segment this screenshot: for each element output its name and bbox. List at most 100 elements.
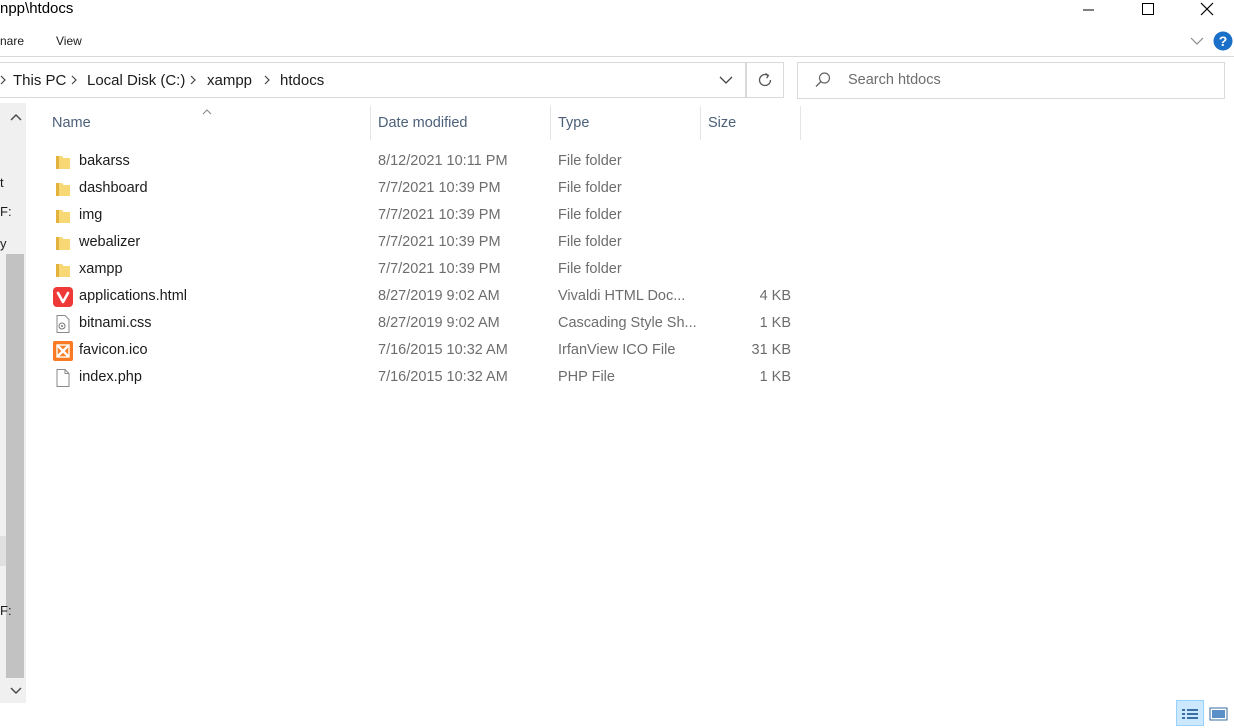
- details-view-button[interactable]: [1176, 700, 1204, 726]
- blank-file-icon: [53, 368, 73, 388]
- nav-item-fragment[interactable]: F:: [0, 204, 12, 219]
- file-name[interactable]: img: [79, 207, 102, 223]
- refresh-button[interactable]: [746, 62, 784, 98]
- file-type: File folder: [558, 180, 622, 196]
- file-date: 8/27/2019 9:02 AM: [378, 315, 500, 331]
- file-row[interactable]: xampp 7/7/2021 10:39 PM File folder: [40, 256, 800, 283]
- xampp-ico-icon: [53, 341, 73, 361]
- folder-icon: [53, 206, 73, 226]
- file-date: 7/7/2021 10:39 PM: [378, 234, 501, 250]
- file-name[interactable]: applications.html: [79, 288, 187, 304]
- maximize-button[interactable]: [1125, 0, 1171, 18]
- column-divider[interactable]: [370, 106, 371, 140]
- folder-icon: [53, 179, 73, 199]
- large-icons-view-button[interactable]: [1205, 700, 1233, 726]
- file-row[interactable]: bakarss 8/12/2021 10:11 PM File folder: [40, 148, 800, 175]
- file-size: 1 KB: [759, 369, 791, 385]
- file-type: File folder: [558, 234, 622, 250]
- search-input[interactable]: Search htdocs: [848, 72, 941, 88]
- help-button[interactable]: ?: [1213, 31, 1233, 51]
- file-row[interactable]: index.php 7/16/2015 10:32 AM PHP File 1 …: [40, 364, 800, 391]
- file-date: 7/7/2021 10:39 PM: [378, 207, 501, 223]
- chevron-down-icon: [719, 76, 733, 84]
- breadcrumb-xampp[interactable]: xampp: [207, 72, 252, 89]
- help-icon: ?: [1213, 31, 1233, 51]
- search-icon: [814, 71, 832, 89]
- file-size: 31 KB: [751, 342, 792, 358]
- file-date: 7/7/2021 10:39 PM: [378, 180, 501, 196]
- file-name[interactable]: favicon.ico: [79, 342, 148, 358]
- svg-text:?: ?: [1219, 33, 1228, 49]
- column-header-name[interactable]: Name: [52, 115, 91, 131]
- folder-icon: [53, 152, 73, 172]
- file-type: Cascading Style Sh...: [558, 315, 697, 331]
- close-button[interactable]: [1184, 0, 1230, 18]
- chevron-down-icon: [1190, 37, 1204, 45]
- chevron-up-icon: [10, 114, 22, 121]
- column-header-size[interactable]: Size: [708, 115, 736, 131]
- file-date: 7/16/2015 10:32 AM: [378, 342, 508, 358]
- window-title: npp\htdocs: [0, 0, 74, 17]
- maximize-icon: [1142, 3, 1154, 15]
- ribbon-tab-view[interactable]: View: [56, 34, 82, 48]
- breadcrumb-this-pc[interactable]: This PC: [13, 72, 66, 89]
- file-date: 7/16/2015 10:32 AM: [378, 369, 508, 385]
- sort-ascending-icon: [200, 104, 214, 115]
- chevron-right-icon[interactable]: [0, 72, 10, 88]
- ribbon-divider: [0, 56, 1234, 57]
- file-date: 7/7/2021 10:39 PM: [378, 261, 501, 277]
- breadcrumb-local-disk[interactable]: Local Disk (C:): [87, 72, 185, 89]
- file-size: 1 KB: [759, 315, 791, 331]
- folder-icon: [53, 260, 73, 280]
- chevron-down-icon: [10, 687, 22, 694]
- chevron-right-icon[interactable]: [263, 72, 273, 88]
- scroll-up-button[interactable]: [9, 110, 23, 124]
- close-icon: [1200, 2, 1214, 16]
- file-type: File folder: [558, 261, 622, 277]
- scroll-down-button[interactable]: [9, 684, 23, 698]
- file-type: Vivaldi HTML Doc...: [558, 288, 686, 304]
- nav-item-fragment[interactable]: F:: [0, 603, 12, 618]
- minimize-button[interactable]: [1066, 0, 1112, 18]
- column-header-date[interactable]: Date modified: [378, 115, 467, 131]
- nav-item-fragment[interactable]: t: [0, 175, 4, 190]
- chevron-right-icon[interactable]: [189, 72, 199, 88]
- file-type: File folder: [558, 207, 622, 223]
- column-divider[interactable]: [550, 106, 551, 140]
- file-name[interactable]: xampp: [79, 261, 123, 277]
- nav-item-highlight: [0, 536, 6, 566]
- css-file-icon: [53, 314, 73, 334]
- file-row[interactable]: bitnami.css 8/27/2019 9:02 AM Cascading …: [40, 310, 800, 337]
- file-name[interactable]: bakarss: [79, 153, 130, 169]
- file-name[interactable]: index.php: [79, 369, 142, 385]
- folder-icon: [53, 233, 73, 253]
- refresh-icon: [758, 72, 772, 87]
- details-view-icon: [1182, 709, 1198, 719]
- file-type: PHP File: [558, 369, 615, 385]
- vivaldi-html-icon: [53, 287, 73, 307]
- file-row[interactable]: img 7/7/2021 10:39 PM File folder: [40, 202, 800, 229]
- chevron-right-icon[interactable]: [70, 72, 80, 88]
- file-size: 4 KB: [759, 288, 791, 304]
- expand-ribbon-button[interactable]: [1189, 33, 1205, 49]
- file-row[interactable]: dashboard 7/7/2021 10:39 PM File folder: [40, 175, 800, 202]
- nav-item-fragment[interactable]: y: [0, 236, 7, 251]
- file-name[interactable]: dashboard: [79, 180, 148, 196]
- breadcrumb-htdocs[interactable]: htdocs: [280, 72, 324, 89]
- file-name[interactable]: webalizer: [79, 234, 140, 250]
- file-row[interactable]: webalizer 7/7/2021 10:39 PM File folder: [40, 229, 800, 256]
- column-divider[interactable]: [700, 106, 701, 140]
- minimize-icon: [1083, 9, 1094, 11]
- address-history-dropdown[interactable]: [718, 72, 734, 88]
- file-type: File folder: [558, 153, 622, 169]
- file-row[interactable]: applications.html 8/27/2019 9:02 AM Viva…: [40, 283, 800, 310]
- file-name[interactable]: bitnami.css: [79, 315, 152, 331]
- column-header-type[interactable]: Type: [558, 115, 589, 131]
- ribbon-tab-share[interactable]: nare: [0, 34, 24, 48]
- file-row[interactable]: favicon.ico 7/16/2015 10:32 AM IrfanView…: [40, 337, 800, 364]
- file-type: IrfanView ICO File: [558, 342, 676, 358]
- file-date: 8/12/2021 10:11 PM: [378, 153, 508, 169]
- large-icons-view-icon: [1209, 707, 1228, 721]
- column-divider[interactable]: [800, 106, 801, 140]
- file-date: 8/27/2019 9:02 AM: [378, 288, 500, 304]
